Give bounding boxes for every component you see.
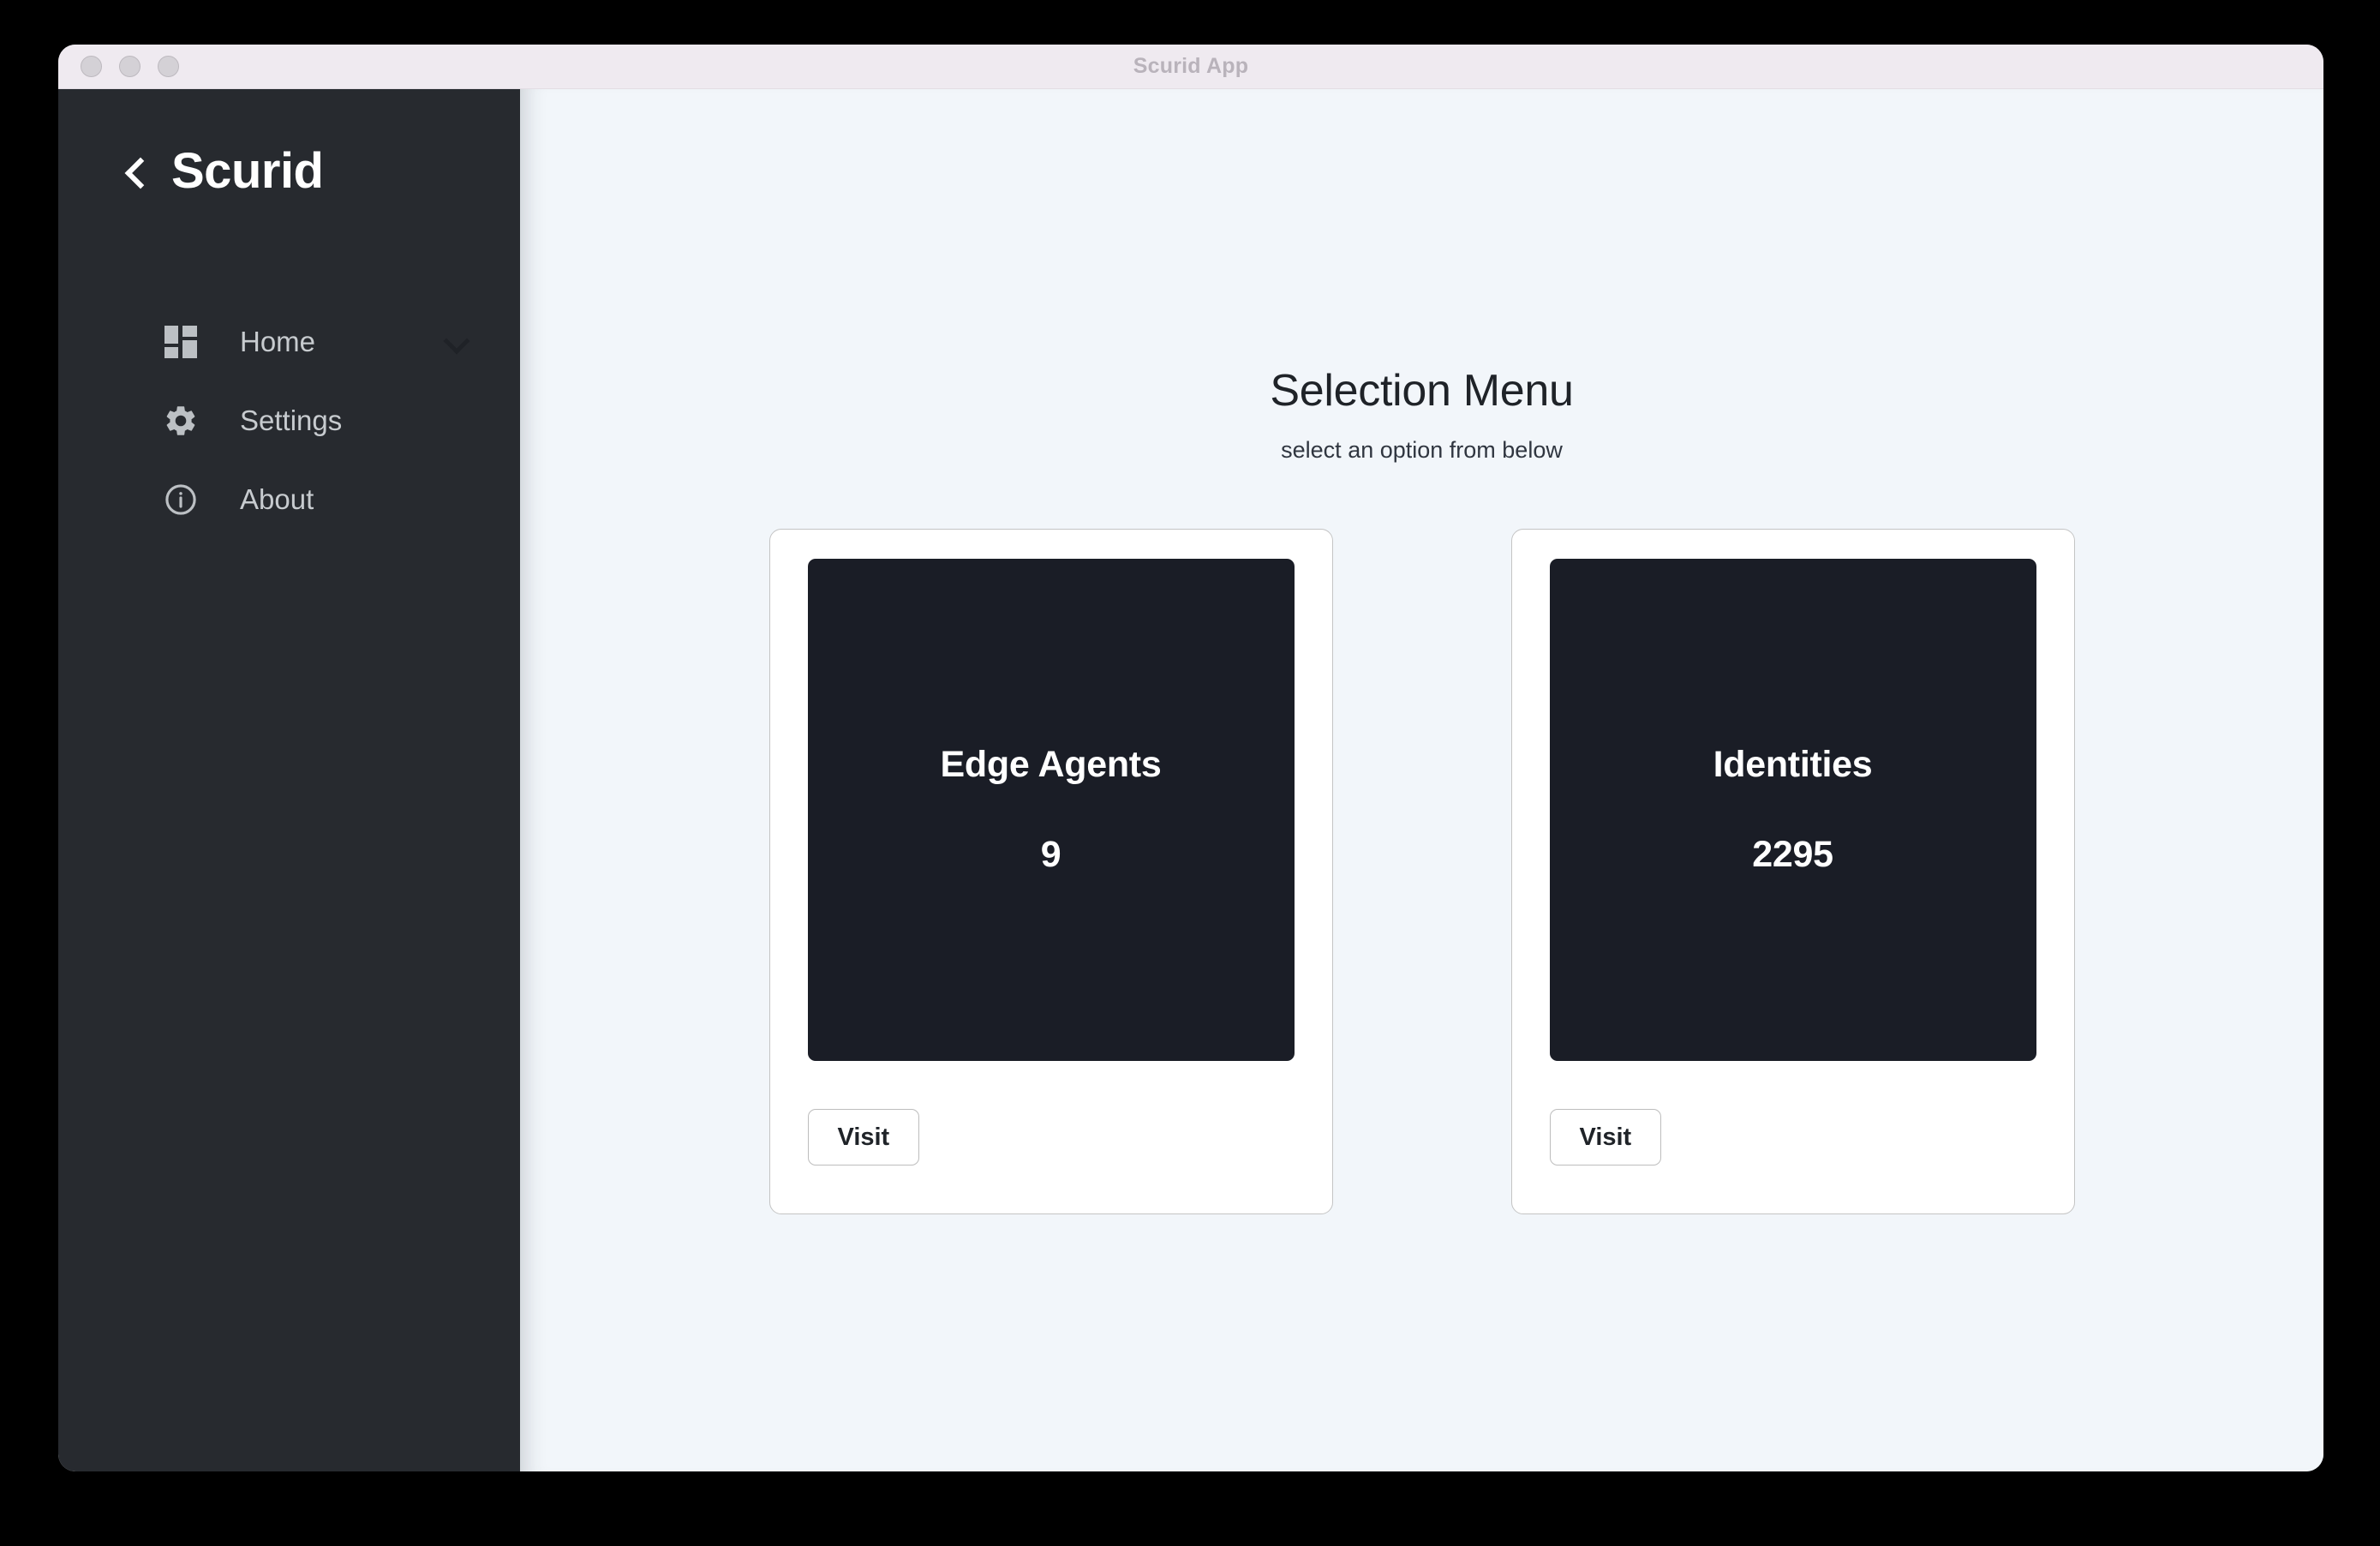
app-window: Scurid App Scurid Home Settings About Se… xyxy=(58,45,2323,1471)
visit-button-edge-agents[interactable]: Visit xyxy=(807,1109,920,1165)
zoom-button[interactable] xyxy=(158,56,179,77)
card-footer: Visit xyxy=(1549,1061,2036,1213)
page-title: Selection Menu xyxy=(1270,366,1574,416)
window-titlebar: Scurid App xyxy=(58,45,2323,89)
card-panel: Identities 2295 xyxy=(1549,559,2036,1061)
sidebar-item-settings[interactable]: Settings xyxy=(58,381,520,460)
sidebar-nav: Home Settings About xyxy=(58,303,520,539)
grid-icon xyxy=(161,322,200,362)
info-circle-icon xyxy=(161,480,200,519)
back-chevron-icon[interactable] xyxy=(120,157,149,186)
sidebar-item-label-home: Home xyxy=(240,326,316,357)
card-identities[interactable]: Identities 2295 Visit xyxy=(1510,529,2075,1214)
window-body: Scurid Home Settings About Selection Men… xyxy=(58,89,2323,1471)
card-title: Edge Agents xyxy=(940,744,1162,785)
window-title: Scurid App xyxy=(1133,54,1249,78)
sidebar-item-label-settings: Settings xyxy=(240,404,343,436)
minimize-button[interactable] xyxy=(119,56,141,77)
card-edge-agents[interactable]: Edge Agents 9 Visit xyxy=(768,529,1333,1214)
selection-cards: Edge Agents 9 Visit Identities 2295 Visi… xyxy=(768,529,2075,1214)
traffic-lights xyxy=(81,56,179,77)
sidebar-brand: Scurid xyxy=(58,89,520,200)
card-value: 9 xyxy=(1040,834,1061,875)
gear-icon xyxy=(161,401,200,440)
close-button[interactable] xyxy=(81,56,102,77)
card-title: Identities xyxy=(1713,744,1873,785)
sidebar-item-about[interactable]: About xyxy=(58,460,520,539)
page-subtitle: select an option from below xyxy=(1281,437,1563,463)
sidebar-item-label-about: About xyxy=(240,483,314,515)
card-panel: Edge Agents 9 xyxy=(807,559,1295,1061)
sidebar: Scurid Home Settings About xyxy=(58,89,520,1471)
main-content: Selection Menu select an option from bel… xyxy=(520,89,2323,1471)
chevron-down-icon[interactable] xyxy=(445,331,467,353)
brand-name: Scurid xyxy=(171,143,324,199)
card-footer: Visit xyxy=(807,1061,1295,1213)
sidebar-item-home[interactable]: Home xyxy=(58,303,520,381)
card-value: 2295 xyxy=(1752,834,1833,875)
visit-button-identities[interactable]: Visit xyxy=(1549,1109,1662,1165)
